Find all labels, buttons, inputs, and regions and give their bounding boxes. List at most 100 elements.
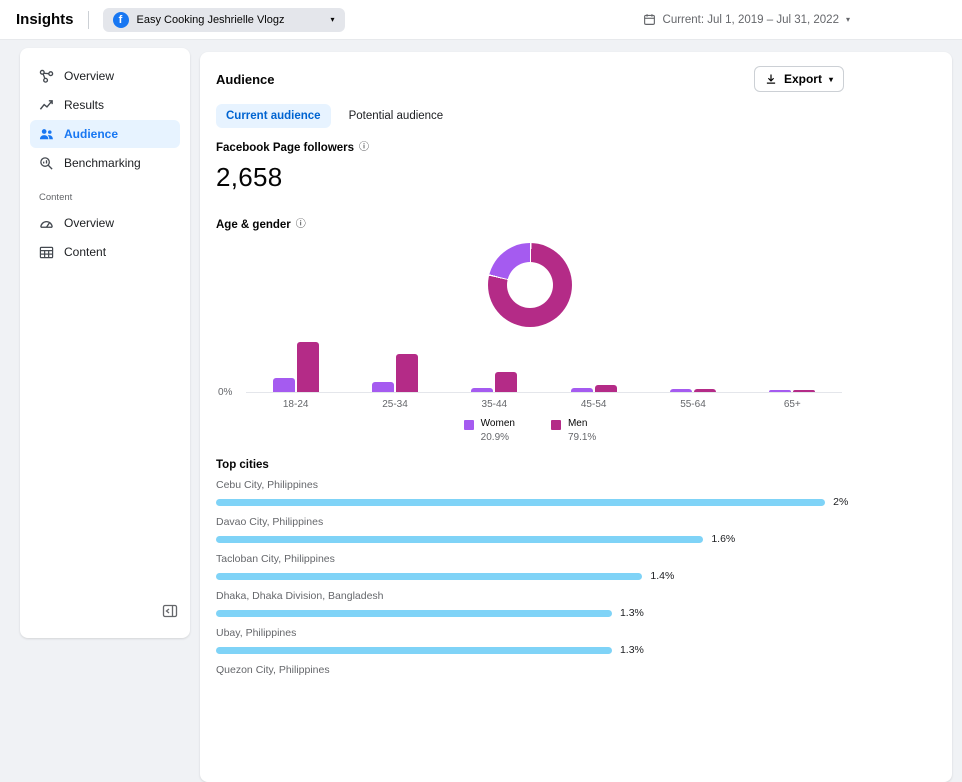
bar-group-18-24 [246,342,345,392]
info-icon[interactable]: ⓘ [359,143,369,153]
age-gender-bar-chart: 0% [246,341,842,393]
city-name: Tacloban City, Philippines [216,553,844,565]
x-axis-label: 25-34 [345,399,444,410]
header-divider [88,11,89,29]
top-cities-label: Top cities [216,459,269,471]
followers-label: Facebook Page followers [216,142,354,154]
chevron-down-icon: ▾ [829,75,833,84]
city-name: Quezon City, Philippines [216,664,844,676]
city-value: 1.4% [650,570,674,582]
city-row: Tacloban City, Philippines 1.4% [216,553,844,582]
x-axis-label: 65+ [743,399,842,410]
page-name: Easy Cooking Jeshrielle Vlogz [137,14,285,26]
city-name: Davao City, Philippines [216,516,844,528]
bar-men [396,354,418,392]
city-name: Cebu City, Philippines [216,479,844,491]
age-gender-section-label: Age & gender ⓘ [216,219,844,231]
legend-item-men: Men 79.1% [551,418,596,443]
bar-women [471,388,493,392]
city-bar [216,647,612,654]
city-bar [216,536,703,543]
bar-women [571,388,593,392]
legend-item-women: Women 20.9% [464,418,515,443]
bar-women [273,378,295,392]
city-bar [216,610,612,617]
chevron-down-icon: ▾ [331,15,335,24]
bar-men [694,389,716,392]
men-swatch [551,420,561,430]
date-range-label: Current: Jul 1, 2019 – Jul 31, 2022 [663,14,839,26]
sidebar-item-content-overview[interactable]: Overview [30,209,180,237]
calendar-icon [643,13,656,26]
city-name: Ubay, Philippines [216,627,844,639]
legend-pct: 20.9% [481,432,515,443]
sidebar-section-content: Content [39,192,171,203]
city-value: 1.3% [620,607,644,619]
city-row: Dhaka, Dhaka Division, Bangladesh 1.3% [216,590,844,619]
chart-legend: Women 20.9% Men 79.1% [216,418,844,443]
city-bar [216,499,825,506]
sidebar-item-content[interactable]: Content [30,238,180,266]
page-title: Audience [216,72,275,87]
bar-women [372,382,394,392]
page-selector[interactable]: f Easy Cooking Jeshrielle Vlogz ▾ [103,8,345,32]
bar-men [595,385,617,392]
tab-potential-audience[interactable]: Potential audience [339,104,454,128]
sidebar-item-label: Benchmarking [64,156,141,170]
followers-value: 2,658 [216,162,844,193]
sidebar-item-audience[interactable]: Audience [30,120,180,148]
city-bar [216,573,642,580]
collapse-panel-icon [162,603,178,619]
city-name: Dhaka, Dhaka Division, Bangladesh [216,590,844,602]
bar-women [670,389,692,392]
city-value: 1.6% [711,533,735,545]
bar-chart-plot-area [246,341,842,393]
x-axis-labels: 18-24 25-34 35-44 45-54 55-64 65+ [246,399,842,410]
overview-icon [39,69,54,84]
x-axis-label: 18-24 [246,399,345,410]
bar-group-45-54 [544,385,643,392]
bar-men [297,342,319,392]
city-row: Cebu City, Philippines 2% [216,479,844,508]
y-axis-zero-label: 0% [218,387,232,398]
sidebar-item-benchmarking[interactable]: Benchmarking [30,149,180,177]
legend-label: Men [568,418,596,429]
collapse-sidebar-button[interactable] [160,601,180,626]
top-header: Insights f Easy Cooking Jeshrielle Vlogz… [0,0,962,40]
sidebar-item-results[interactable]: Results [30,91,180,119]
results-icon [39,98,54,113]
sidebar-item-label: Overview [64,216,114,230]
tab-current-audience[interactable]: Current audience [216,104,331,128]
benchmarking-icon [39,156,54,171]
x-axis-label: 35-44 [445,399,544,410]
city-value: 2% [833,496,848,508]
legend-label: Women [481,418,515,429]
top-cities-section-label: Top cities [216,459,844,471]
x-axis-label: 55-64 [643,399,742,410]
city-row: Quezon City, Philippines [216,664,844,681]
table-grid-icon [39,245,54,260]
x-axis-label: 45-54 [544,399,643,410]
export-label: Export [784,72,822,86]
age-gender-donut-chart [488,243,572,327]
bar-group-25-34 [345,354,444,392]
bar-group-65plus [743,390,842,392]
bar-men [793,390,815,392]
bar-men [495,372,517,392]
top-cities-list: Cebu City, Philippines 2% Davao City, Ph… [216,479,844,681]
download-icon [765,73,777,85]
sidebar: Overview Results Audience Benchmarking C… [20,48,190,638]
export-button[interactable]: Export ▾ [754,66,844,92]
speedometer-icon [39,216,54,231]
city-row: Davao City, Philippines 1.6% [216,516,844,545]
info-icon[interactable]: ⓘ [296,220,306,230]
sidebar-item-label: Overview [64,69,114,83]
date-range-selector[interactable]: Current: Jul 1, 2019 – Jul 31, 2022 ▾ [643,13,850,26]
facebook-logo-icon: f [113,12,129,28]
audience-panel: Audience Export ▾ Current audience Poten… [200,52,952,782]
audience-icon [39,127,54,142]
followers-section-label: Facebook Page followers ⓘ [216,142,844,154]
sidebar-item-overview[interactable]: Overview [30,62,180,90]
bar-group-55-64 [643,389,742,392]
chevron-down-icon: ▾ [846,15,850,24]
